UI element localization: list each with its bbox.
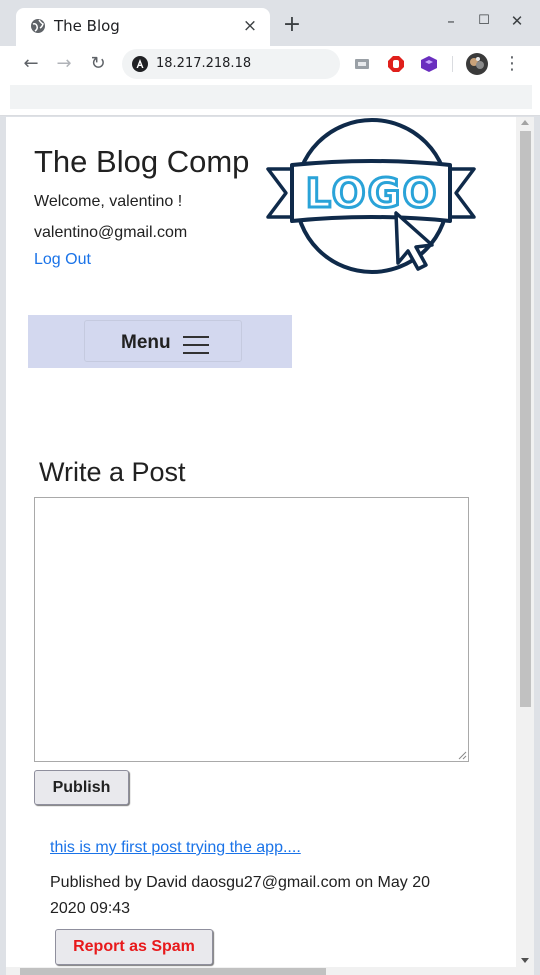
- angular-site-icon: [132, 56, 148, 72]
- minimize-button[interactable]: –: [440, 10, 462, 32]
- resize-grip-icon[interactable]: [457, 750, 467, 760]
- write-post-heading: Write a Post: [39, 457, 186, 487]
- vertical-scroll-thumb[interactable]: [520, 131, 531, 707]
- hamburger-icon: [183, 335, 211, 355]
- forward-button[interactable]: →: [50, 50, 78, 78]
- horizontal-scrollbar[interactable]: [6, 967, 534, 975]
- post-link[interactable]: this is my first post trying the app....: [50, 839, 301, 857]
- url-text: 18.217.218.18: [156, 56, 252, 71]
- browser-window: The Blog × + – ☐ ✕ ← → ↻ 18.217.218.18 ⋮…: [0, 0, 540, 975]
- bookmarks-bar: [0, 82, 540, 116]
- welcome-message: Welcome, valentino !: [34, 193, 183, 210]
- media-extension-icon[interactable]: [353, 55, 371, 73]
- tab-close-icon[interactable]: ×: [240, 16, 260, 36]
- report-spam-button[interactable]: Report as Spam: [55, 929, 213, 965]
- globe-icon: [31, 19, 45, 33]
- scroll-down-icon[interactable]: [521, 958, 529, 963]
- vertical-scrollbar[interactable]: [516, 117, 534, 969]
- publish-button[interactable]: Publish: [34, 770, 129, 805]
- address-bar[interactable]: 18.217.218.18: [122, 49, 340, 79]
- horizontal-scroll-thumb[interactable]: [20, 968, 326, 975]
- navigation-bar: Menu: [28, 315, 292, 368]
- tab-the-blog[interactable]: The Blog ×: [16, 8, 270, 46]
- back-button[interactable]: ←: [17, 50, 45, 78]
- menu-label: Menu: [121, 332, 171, 353]
- logo-text: LOGO: [306, 171, 439, 217]
- scroll-up-icon[interactable]: [521, 120, 529, 125]
- post-textarea[interactable]: [34, 497, 469, 762]
- profile-avatar[interactable]: [466, 53, 488, 75]
- bookmarks-area: [10, 85, 532, 109]
- site-logo: LOGO: [266, 118, 476, 274]
- browser-toolbar: ← → ↻ 18.217.218.18 ⋮: [0, 46, 540, 82]
- tab-strip: The Blog × + – ☐ ✕: [0, 0, 540, 46]
- logout-link[interactable]: Log Out: [34, 251, 91, 269]
- menu-button[interactable]: Menu: [84, 320, 242, 362]
- purple-cube-extension-icon[interactable]: [420, 55, 438, 73]
- new-tab-button[interactable]: +: [280, 12, 304, 38]
- maximize-button[interactable]: ☐: [473, 10, 495, 32]
- close-window-button[interactable]: ✕: [506, 10, 528, 32]
- adblock-extension-icon[interactable]: [387, 55, 405, 73]
- page-viewport: The Blog Comp Welcome, valentino ! valen…: [6, 117, 516, 969]
- user-email: valentino@gmail.com: [34, 224, 188, 241]
- post-meta: Published by David daosgu27@gmail.com on…: [50, 874, 431, 917]
- toolbar-divider: [452, 56, 453, 72]
- window-border: [534, 117, 540, 975]
- reload-button[interactable]: ↻: [84, 50, 112, 78]
- site-title: The Blog Comp: [34, 144, 250, 179]
- tab-title: The Blog: [54, 17, 120, 35]
- browser-menu-button[interactable]: ⋮: [498, 50, 526, 78]
